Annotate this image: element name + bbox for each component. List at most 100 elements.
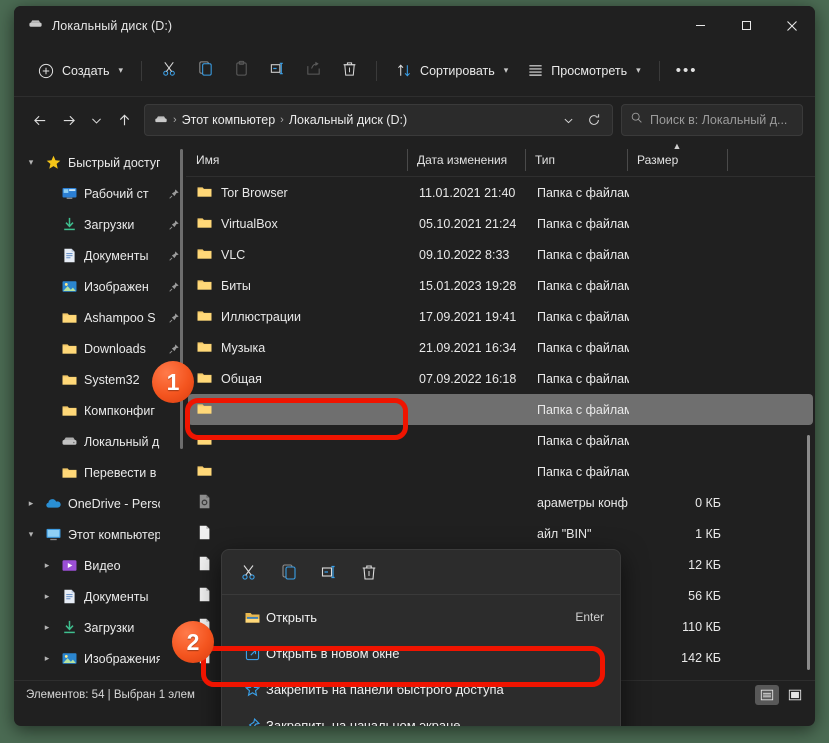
new-button[interactable]: Создать ▾ (28, 55, 132, 87)
recent-locations-button[interactable] (82, 105, 110, 135)
pictures-icon (60, 650, 78, 667)
column-header-size[interactable]: ▲ Размер (627, 143, 727, 171)
context-delete-button[interactable] (350, 555, 388, 589)
table-row[interactable]: Tor Browser 11.01.2021 21:40 Папка с файла… (188, 177, 813, 208)
column-header-date[interactable]: Дата изменения (407, 148, 525, 171)
address-dropdown-button[interactable] (556, 107, 580, 133)
folder-icon (60, 371, 78, 388)
sidebar-item-11[interactable]: ▸ OneDrive - Perso (18, 488, 182, 519)
table-row[interactable]: айл "BIN" 1 КБ (188, 518, 813, 549)
column-header-name-label: Имя (196, 152, 220, 167)
file-icon (196, 555, 213, 575)
sidebar-item-13[interactable]: ▸ Видео (18, 550, 182, 581)
chevron-right-icon[interactable]: ▸ (40, 591, 54, 602)
table-row[interactable]: Общая 07.09.2022 16:18 Папка с файлами (188, 363, 813, 394)
sidebar-item-15[interactable]: ▸ Загрузки (18, 612, 182, 643)
sidebar-item-label: Видео (84, 558, 121, 573)
sidebar-item-label: Локальный ди (84, 434, 160, 449)
sidebar-scrollbar[interactable] (180, 149, 183, 449)
drive-icon (28, 16, 43, 36)
chevron-right-icon[interactable]: ▸ (24, 498, 38, 509)
file-list-scrollbar[interactable] (807, 435, 810, 670)
sidebar-item-3[interactable]: Документы (18, 240, 182, 271)
context-cut-button[interactable] (230, 555, 268, 589)
maximize-button[interactable] (723, 6, 769, 45)
list-view-icon[interactable] (755, 684, 779, 705)
address-row: › Этот компьютер › Локальный диск (D:) П… (14, 97, 815, 143)
breadcrumb-item-computer[interactable]: Этот компьютер (182, 113, 275, 127)
table-row[interactable]: Папка с файлами (188, 456, 813, 487)
context-menu-toolbar (222, 550, 620, 595)
paste-button[interactable] (223, 55, 259, 87)
cell-type: Папка с файлами (537, 247, 629, 262)
chevron-down-icon[interactable]: ▾ (24, 157, 38, 168)
context-menu-item-0[interactable]: Открыть Enter (226, 599, 616, 635)
sidebar-item-label: Компконфиг (84, 403, 155, 418)
sort-button[interactable]: Сортировать ▾ (386, 55, 517, 87)
cut-button[interactable] (151, 55, 187, 87)
forward-button[interactable] (54, 105, 82, 135)
delete-button[interactable] (331, 55, 367, 87)
up-button[interactable] (110, 105, 138, 135)
table-row[interactable]: VirtualBox 05.10.2021 21:24 Папка с файлам… (188, 208, 813, 239)
folder-icon (196, 276, 213, 296)
sidebar-item-16[interactable]: ▸ Изображения (18, 643, 182, 674)
sidebar-item-0[interactable]: ▾ Быстрый доступ (18, 147, 182, 178)
sidebar-item-5[interactable]: Ashampoo S (18, 302, 182, 333)
context-menu-item-3[interactable]: Закрепить на начальном экране (226, 707, 616, 726)
table-row[interactable]: араметры конф... 0 КБ (188, 487, 813, 518)
rename-button[interactable] (259, 55, 295, 87)
chevron-down-icon[interactable]: ▾ (24, 529, 38, 540)
close-button[interactable] (769, 6, 815, 45)
chevron-right-icon[interactable]: ▸ (40, 653, 54, 664)
sidebar-item-label: OneDrive - Perso (68, 496, 160, 511)
chevron-right-icon[interactable]: ▸ (40, 622, 54, 633)
detail-view-icon[interactable] (783, 685, 807, 705)
breadcrumb-item-drive[interactable]: Локальный диск (D:) (289, 113, 407, 127)
context-menu-item-2[interactable]: Закрепить на панели быстрого доступа (226, 671, 616, 707)
chevron-right-icon[interactable]: ▸ (40, 560, 54, 571)
search-box[interactable]: Поиск в: Локальный д... (621, 104, 803, 136)
context-copy-button[interactable] (270, 555, 308, 589)
documents-icon (60, 247, 78, 264)
address-bar[interactable]: › Этот компьютер › Локальный диск (D:) (144, 104, 613, 136)
cell-size: 12 КБ (688, 557, 721, 572)
table-row[interactable]: Папка с файлами (188, 425, 813, 456)
context-menu-item-accel: Enter (575, 610, 604, 624)
minimize-button[interactable] (677, 6, 723, 45)
column-header-size-label: Размер (637, 152, 679, 167)
downloads-icon (60, 216, 78, 233)
onedrive-icon (44, 495, 62, 512)
sidebar-item-12[interactable]: ▾ Этот компьютер (18, 519, 182, 550)
sidebar-item-6[interactable]: Downloads (18, 333, 182, 364)
table-row[interactable]: Иллюстрации 17.09.2021 19:41 Папка с файла… (188, 301, 813, 332)
sidebar-item-9[interactable]: Локальный ди (18, 426, 182, 457)
table-row[interactable]: Музыка 21.09.2021 16:34 Папка с файлами (188, 332, 813, 363)
context-menu-item-1[interactable]: Открыть в новом окне (226, 635, 616, 671)
table-row[interactable]: Папка с файлами (188, 394, 813, 425)
context-menu-items: Открыть Enter Открыть в новом окне Закрепит… (222, 595, 620, 726)
share-button[interactable] (295, 55, 331, 87)
more-options-button[interactable]: ••• (669, 55, 705, 87)
search-input[interactable]: Поиск в: Локальный д... (650, 113, 787, 127)
cell-date: 15.01.2023 19:28 (419, 278, 517, 293)
view-button[interactable]: Просмотреть ▾ (517, 55, 649, 87)
sidebar-item-4[interactable]: Изображен (18, 271, 182, 302)
sidebar-item-2[interactable]: Загрузки (18, 209, 182, 240)
table-row[interactable]: VLC 09.10.2022 8:33 Папка с файлами (188, 239, 813, 270)
sidebar-item-10[interactable]: Перевести в б (18, 457, 182, 488)
column-header-type[interactable]: Тип (525, 148, 627, 171)
share-icon (305, 60, 322, 82)
copy-button[interactable] (187, 55, 223, 87)
title-bar: Локальный диск (D:) (14, 6, 815, 45)
refresh-button[interactable] (582, 107, 606, 133)
pictures-icon (60, 278, 78, 295)
sidebar-item-8[interactable]: Компконфиг (18, 395, 182, 426)
sort-button-label: Сортировать (420, 63, 495, 78)
column-header-name[interactable]: Имя (186, 150, 407, 170)
sidebar-item-1[interactable]: Рабочий ст (18, 178, 182, 209)
sidebar-item-14[interactable]: ▸ Документы (18, 581, 182, 612)
context-rename-button[interactable] (310, 555, 348, 589)
back-button[interactable] (26, 105, 54, 135)
table-row[interactable]: Биты 15.01.2023 19:28 Папка с файлами (188, 270, 813, 301)
